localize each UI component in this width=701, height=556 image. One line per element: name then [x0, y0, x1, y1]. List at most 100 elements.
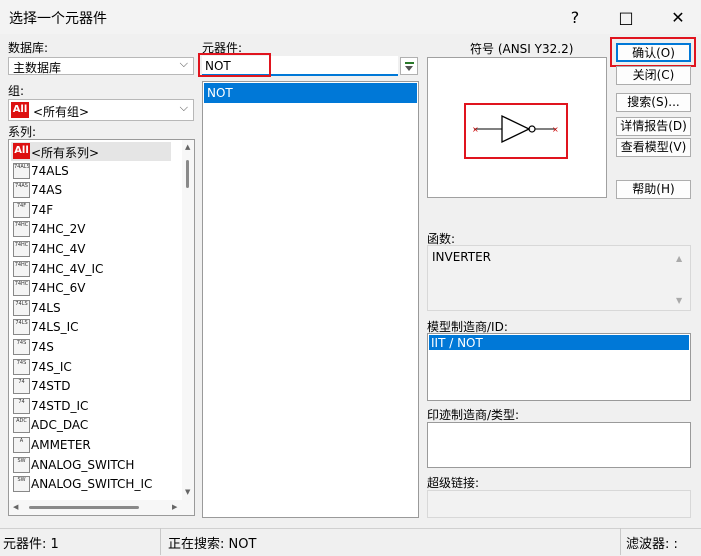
- series-list-item[interactable]: 74LS 74LS: [11, 299, 171, 318]
- series-chip-icon: 74HC: [13, 221, 30, 238]
- series-list-item[interactable]: 74HC 74HC_2V: [11, 220, 171, 239]
- detail-report-button[interactable]: 详情报告(D): [616, 117, 691, 136]
- series-chip-icon: 74F: [13, 201, 30, 218]
- view-model-button[interactable]: 查看模型(V): [616, 138, 691, 157]
- series-chip-icon: SW: [13, 476, 30, 493]
- series-items: All <所有系列> 74ALS 74ALS 74AS 74AS 74F 74F 74HC 74H…: [9, 140, 181, 495]
- series-item-label: ADC_DAC: [31, 418, 89, 433]
- help-button[interactable]: 帮助(H): [616, 180, 691, 199]
- component-list[interactable]: NOT: [202, 81, 419, 518]
- component-item-label: NOT: [207, 86, 233, 100]
- series-item-label: AMMETER: [31, 438, 91, 452]
- filter-icon: [405, 62, 414, 71]
- series-item-label: 74HC_2V: [31, 222, 86, 237]
- search-highlight-box: [198, 53, 271, 77]
- close-button[interactable]: 关闭(C): [616, 66, 691, 85]
- series-list-item[interactable]: 74 74STD: [11, 377, 171, 396]
- model-item-label: IIT / NOT: [431, 336, 483, 350]
- series-label: 系列:: [8, 125, 37, 139]
- series-hscroll-thumb[interactable]: [29, 506, 139, 509]
- series-item-label: 74LS: [31, 300, 61, 315]
- model-item-selected[interactable]: IIT / NOT: [429, 335, 689, 350]
- maximize-icon[interactable]: □: [603, 0, 649, 34]
- series-chip-icon: A: [13, 437, 30, 453]
- series-item-label: 74STD_IC: [31, 398, 89, 413]
- scroll-up-icon[interactable]: ▲: [676, 254, 682, 263]
- status-component-count: 元器件: 1: [3, 537, 59, 552]
- series-list-item[interactable]: 74S 74S_IC: [11, 358, 171, 377]
- status-bar: [0, 528, 701, 556]
- series-list-item[interactable]: 74F 74F: [11, 201, 171, 220]
- chevron-down-icon: ⌵: [179, 101, 188, 114]
- symbol-highlight-box: [464, 103, 568, 159]
- series-chip-icon: 74: [13, 378, 30, 395]
- series-item-label: 74S_IC: [31, 359, 72, 374]
- hyperlink-box: [427, 490, 691, 518]
- window-title: 选择一个元器件: [9, 11, 107, 27]
- search-button[interactable]: 搜索(S)...: [616, 93, 691, 112]
- series-item-label: 74LS_IC: [31, 320, 79, 335]
- series-list[interactable]: All <所有系列> 74ALS 74ALS 74AS 74AS 74F 74F 74HC 74H…: [8, 139, 195, 516]
- series-list-item[interactable]: 74ALS 74ALS: [11, 162, 171, 181]
- series-chip-icon: 74HC: [13, 260, 30, 277]
- series-list-item[interactable]: 74AS 74AS: [11, 181, 171, 200]
- scroll-down-icon[interactable]: ▼: [676, 296, 682, 305]
- series-item-label: <所有系列>: [31, 146, 100, 160]
- series-item-label: 74HC_4V_IC: [31, 261, 104, 276]
- series-item-label: 74F: [31, 202, 54, 217]
- series-vscroll-thumb[interactable]: [186, 160, 189, 188]
- series-list-item[interactable]: 74 74STD_IC: [11, 397, 171, 416]
- series-item-label: 74S: [31, 340, 54, 354]
- hyperlink-label: 超级链接:: [427, 476, 480, 490]
- series-chip-icon: All: [13, 143, 30, 159]
- chevron-down-icon: ⌵: [179, 57, 188, 70]
- database-value: 主数据库: [13, 61, 62, 75]
- series-list-item[interactable]: SW ANALOG_SWITCH_IC: [11, 475, 171, 494]
- group-label: 组:: [8, 84, 25, 98]
- component-item-selected[interactable]: NOT: [204, 83, 417, 103]
- footprint-list[interactable]: [427, 422, 691, 468]
- close-icon[interactable]: ✕: [655, 0, 701, 34]
- series-list-item[interactable]: 74HC 74HC_6V: [11, 279, 171, 298]
- scroll-right-icon[interactable]: ▶: [172, 503, 177, 511]
- series-list-item[interactable]: 74HC 74HC_4V_IC: [11, 260, 171, 279]
- series-list-item[interactable]: 74LS 74LS_IC: [11, 318, 171, 337]
- status-divider: [160, 528, 161, 555]
- series-item-label: 74HC_4V: [31, 242, 86, 256]
- series-list-item[interactable]: 74HC 74HC_4V: [11, 240, 171, 259]
- series-list-item[interactable]: SW ANALOG_SWITCH: [11, 456, 171, 475]
- series-list-item[interactable]: All <所有系列>: [11, 142, 171, 161]
- series-chip-icon: 74HC: [13, 280, 30, 297]
- series-chip-icon: 74: [13, 397, 30, 414]
- series-chip-icon: SW: [13, 456, 30, 473]
- series-item-label: 74AS: [31, 183, 63, 198]
- series-list-item[interactable]: 74S 74S: [11, 338, 171, 357]
- series-hscrollbar[interactable]: ◀ ▶: [9, 500, 194, 515]
- series-chip-icon: 74LS: [13, 299, 30, 316]
- series-chip-icon: 74S: [13, 358, 30, 375]
- scroll-left-icon[interactable]: ◀: [13, 503, 18, 511]
- database-select[interactable]: 主数据库 ⌵: [8, 57, 194, 75]
- series-item-label: ANALOG_SWITCH: [31, 457, 135, 472]
- model-list[interactable]: IIT / NOT: [427, 333, 691, 401]
- database-label: 数据库:: [8, 41, 49, 55]
- group-select[interactable]: All <所有组> ⌵: [8, 99, 194, 121]
- series-list-item[interactable]: A AMMETER: [11, 436, 171, 455]
- group-value: <所有组>: [33, 105, 90, 119]
- series-item-label: ANALOG_SWITCH_IC: [31, 477, 153, 492]
- series-item-label: 74ALS: [31, 163, 69, 178]
- status-filter: 滤波器: :: [626, 537, 678, 552]
- function-value: INVERTER: [432, 250, 492, 264]
- footprint-label: 印迹制造商/类型:: [427, 408, 520, 422]
- series-chip-icon: 74AS: [13, 182, 30, 199]
- series-chip-icon: 74S: [13, 339, 30, 355]
- scroll-up-icon[interactable]: ▲: [185, 143, 190, 151]
- status-divider: [620, 528, 621, 555]
- series-list-item[interactable]: ADC ADC_DAC: [11, 416, 171, 435]
- filter-button[interactable]: [400, 57, 418, 75]
- series-chip-icon: 74HC: [13, 241, 30, 257]
- scroll-down-icon[interactable]: ▼: [185, 488, 190, 496]
- series-chip-icon: 74LS: [13, 319, 30, 336]
- series-vscrollbar[interactable]: ▲ ▼: [182, 140, 194, 500]
- ok-highlight-box: [610, 37, 696, 67]
